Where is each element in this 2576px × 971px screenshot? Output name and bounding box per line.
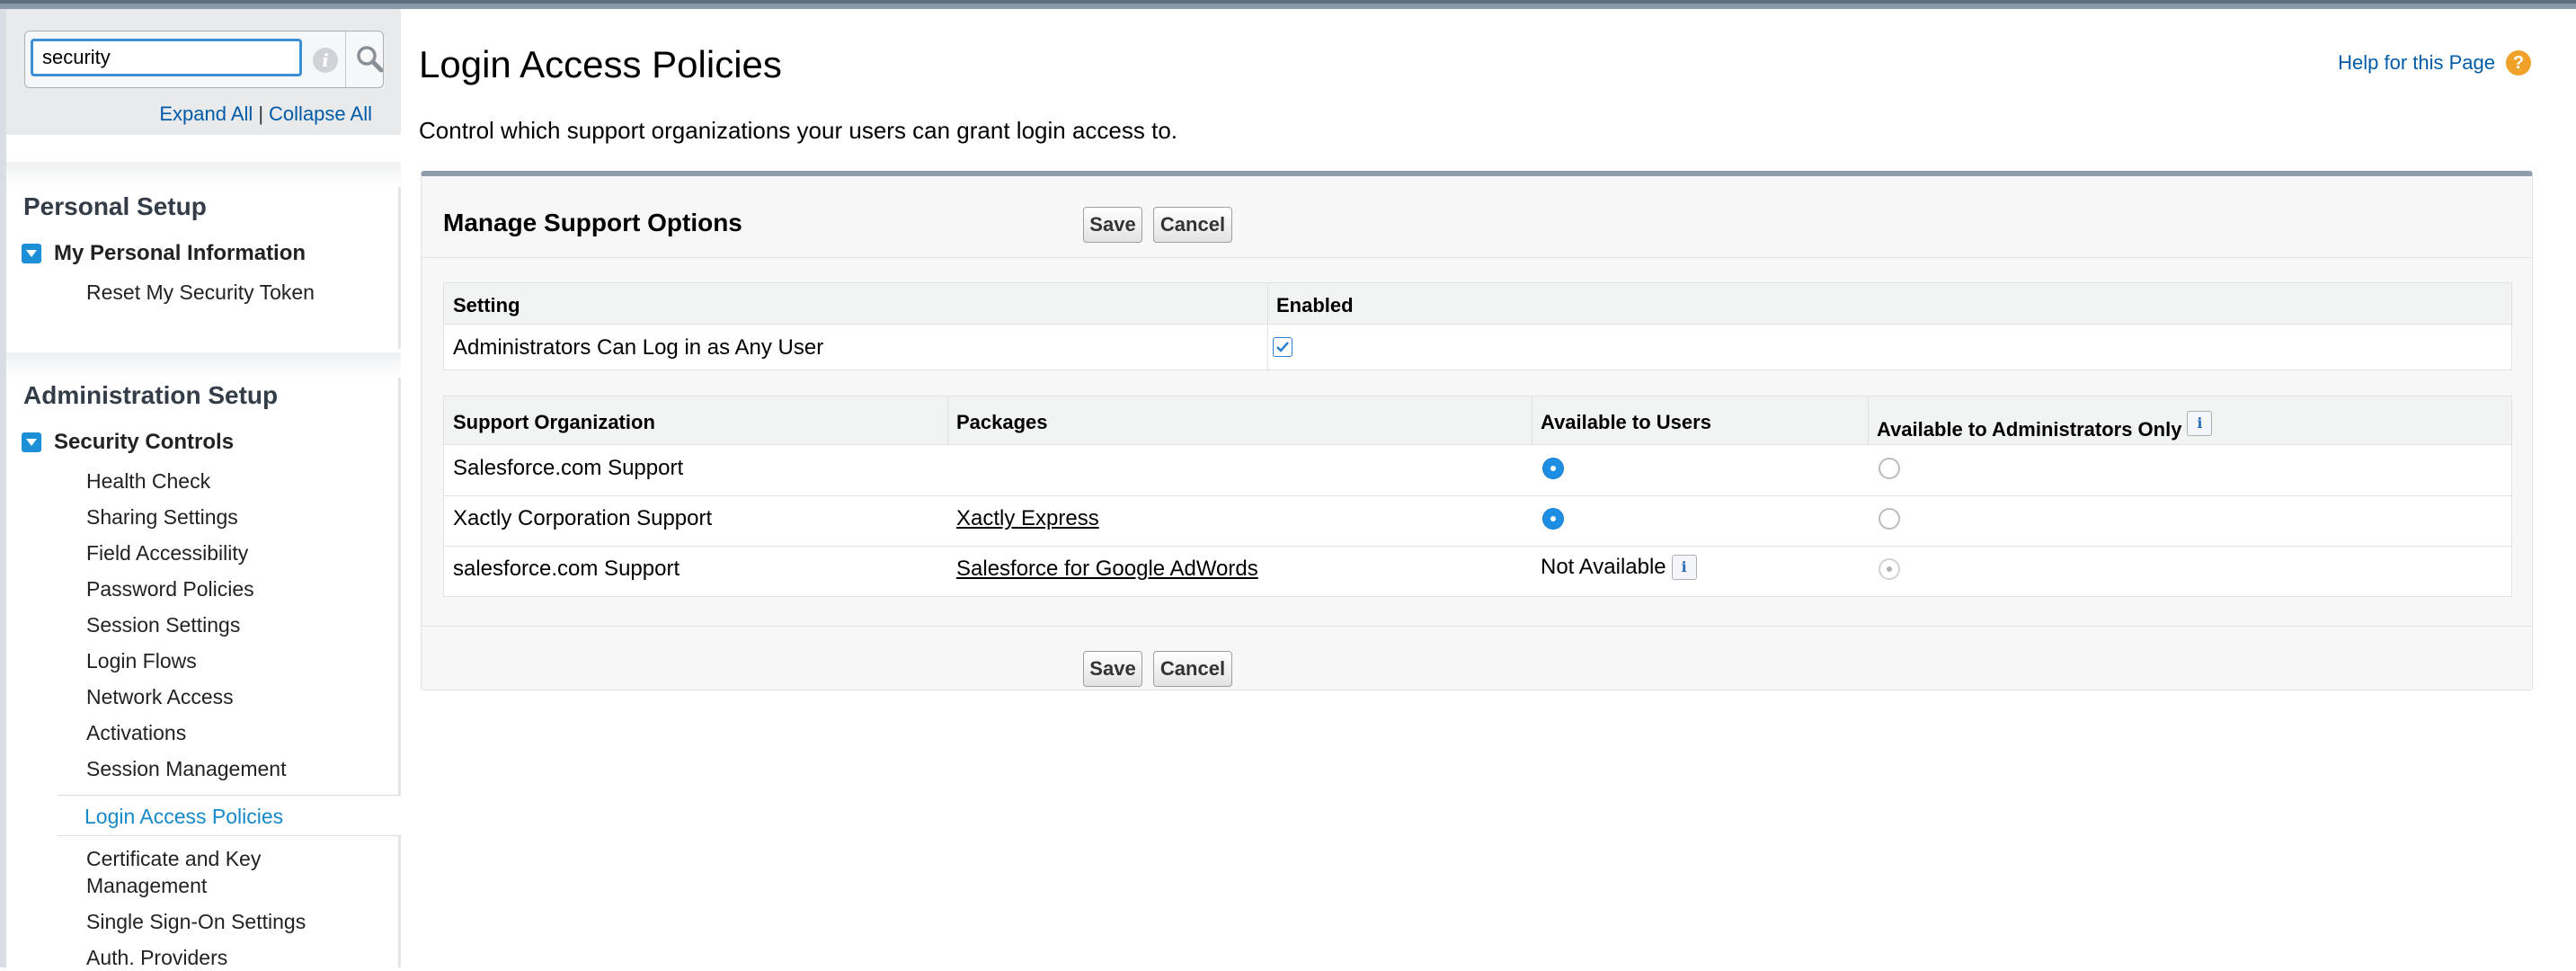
expand-toggle-icon[interactable]	[22, 432, 41, 452]
sidebar-left-edge	[0, 9, 6, 967]
row-divider	[444, 495, 2511, 496]
sidebar-separator	[6, 352, 401, 378]
setting-admins-can-log-in: Administrators Can Log in as Any User	[453, 335, 824, 360]
column-header-admins-only: Available to Administrators Only i	[1877, 405, 2213, 441]
nav-item-login-flows[interactable]: Login Flows	[86, 647, 197, 674]
package-link-label[interactable]: Salesforce for Google AdWords	[956, 557, 1258, 581]
group-my-personal-information[interactable]: My Personal Information	[22, 241, 306, 266]
search-icon[interactable]	[354, 42, 385, 76]
cancel-button-bottom[interactable]: Cancel	[1153, 651, 1232, 687]
admins-only-radio-disabled	[1879, 558, 1900, 580]
cancel-button-top[interactable]: Cancel	[1153, 207, 1232, 243]
group-security-controls[interactable]: Security Controls	[22, 430, 234, 455]
nav-item-login-access-policies[interactable]: Login Access Policies	[58, 795, 401, 836]
column-header-support-organization: Support Organization	[453, 411, 655, 433]
info-square-icon[interactable]: i	[2187, 411, 2213, 436]
package-link[interactable]: Xactly Express	[956, 506, 1099, 531]
not-available-cell: Not Available i	[1541, 555, 1697, 580]
settings-table: Setting Enabled Administrators Can Log i…	[443, 282, 2512, 371]
expand-toggle-icon[interactable]	[22, 244, 41, 263]
info-square-icon[interactable]: i	[1671, 555, 1697, 580]
nav-item-reset-my-security-token[interactable]: Reset My Security Token	[86, 279, 315, 306]
support-org-name: salesforce.com Support	[453, 557, 680, 581]
nav-item-certificate-and-key-management[interactable]: Certificate and Key	[86, 845, 261, 872]
settings-table-header: Setting Enabled	[444, 283, 2511, 325]
panel-footer-divider	[422, 626, 2532, 627]
panel-title: Manage Support Options	[443, 209, 742, 236]
column-header-admins-only-label: Available to Administrators Only	[1877, 418, 2182, 441]
quick-find-input[interactable]	[31, 39, 302, 76]
package-link-label[interactable]: Xactly Express	[956, 506, 1099, 530]
save-button-top[interactable]: Save	[1083, 207, 1142, 243]
top-bar	[0, 0, 2576, 9]
collapse-all-link[interactable]: Collapse All	[269, 102, 372, 125]
enabled-checkbox[interactable]	[1273, 337, 1292, 357]
help-icon[interactable]: ?	[2506, 50, 2531, 76]
column-divider	[1868, 396, 1869, 445]
row-divider	[444, 546, 2511, 547]
expand-all-link[interactable]: Expand All	[159, 102, 253, 125]
nav-item-single-sign-on-settings[interactable]: Single Sign-On Settings	[86, 908, 306, 935]
quick-find-area: i Expand All|Collapse All	[6, 9, 401, 135]
setup-sidebar: i Expand All|Collapse All Personal Setup…	[0, 9, 401, 969]
column-divider	[1267, 283, 1268, 371]
support-table-header: Support Organization Packages Available …	[444, 396, 2511, 445]
nav-item-activations[interactable]: Activations	[86, 719, 186, 746]
manage-support-options-panel: Manage Support Options Save Cancel Setti…	[421, 171, 2533, 690]
info-icon[interactable]: i	[313, 48, 338, 73]
available-to-users-radio[interactable]	[1542, 508, 1564, 530]
column-header-packages: Packages	[956, 411, 1048, 433]
checkmark-icon	[1276, 342, 1289, 352]
support-org-name: Xactly Corporation Support	[453, 506, 713, 530]
nav-item-session-management[interactable]: Session Management	[86, 755, 286, 782]
nav-item-certificate-and-key-management-line2[interactable]: Management	[86, 872, 207, 899]
admins-only-radio[interactable]	[1879, 458, 1900, 479]
column-header-setting: Setting	[453, 294, 520, 316]
nav-item-field-accessibility[interactable]: Field Accessibility	[86, 539, 248, 566]
column-header-enabled: Enabled	[1276, 294, 1354, 316]
package-link[interactable]: Salesforce for Google AdWords	[956, 557, 1258, 582]
section-title-personal-setup: Personal Setup	[23, 192, 207, 220]
page-title: Login Access Policies	[419, 43, 782, 85]
help-link-label[interactable]: Help for this Page	[2338, 51, 2495, 75]
help-for-this-page-link[interactable]: Help for this Page ?	[2338, 50, 2531, 76]
quick-find-box: i	[24, 31, 384, 88]
available-to-users-radio[interactable]	[1542, 458, 1564, 479]
sidebar-separator	[6, 162, 401, 187]
section-title-administration-setup: Administration Setup	[23, 381, 279, 409]
panel-header-divider	[422, 257, 2532, 258]
nav-item-network-access[interactable]: Network Access	[86, 683, 234, 710]
support-organizations-table: Support Organization Packages Available …	[443, 396, 2512, 597]
nav-item-session-settings[interactable]: Session Settings	[86, 611, 240, 638]
main-content: Login Access Policies Help for this Page…	[401, 9, 2576, 967]
column-header-available-to-users: Available to Users	[1541, 411, 1711, 433]
nav-item-health-check[interactable]: Health Check	[86, 468, 210, 494]
group-label: My Personal Information	[54, 241, 306, 265]
link-separator: |	[258, 102, 264, 125]
column-divider	[947, 396, 948, 445]
nav-item-sharing-settings[interactable]: Sharing Settings	[86, 503, 238, 530]
expand-collapse-links: Expand All | Collapse All	[6, 102, 372, 126]
support-org-name: Salesforce.com Support	[453, 456, 684, 480]
nav-item-password-policies[interactable]: Password Policies	[86, 575, 254, 602]
page-description: Control which support organizations your…	[419, 117, 1177, 144]
admins-only-radio[interactable]	[1879, 508, 1900, 530]
search-divider	[345, 31, 346, 87]
save-button-bottom[interactable]: Save	[1083, 651, 1142, 687]
not-available-text: Not Available	[1541, 555, 1666, 579]
group-label: Security Controls	[54, 430, 235, 454]
